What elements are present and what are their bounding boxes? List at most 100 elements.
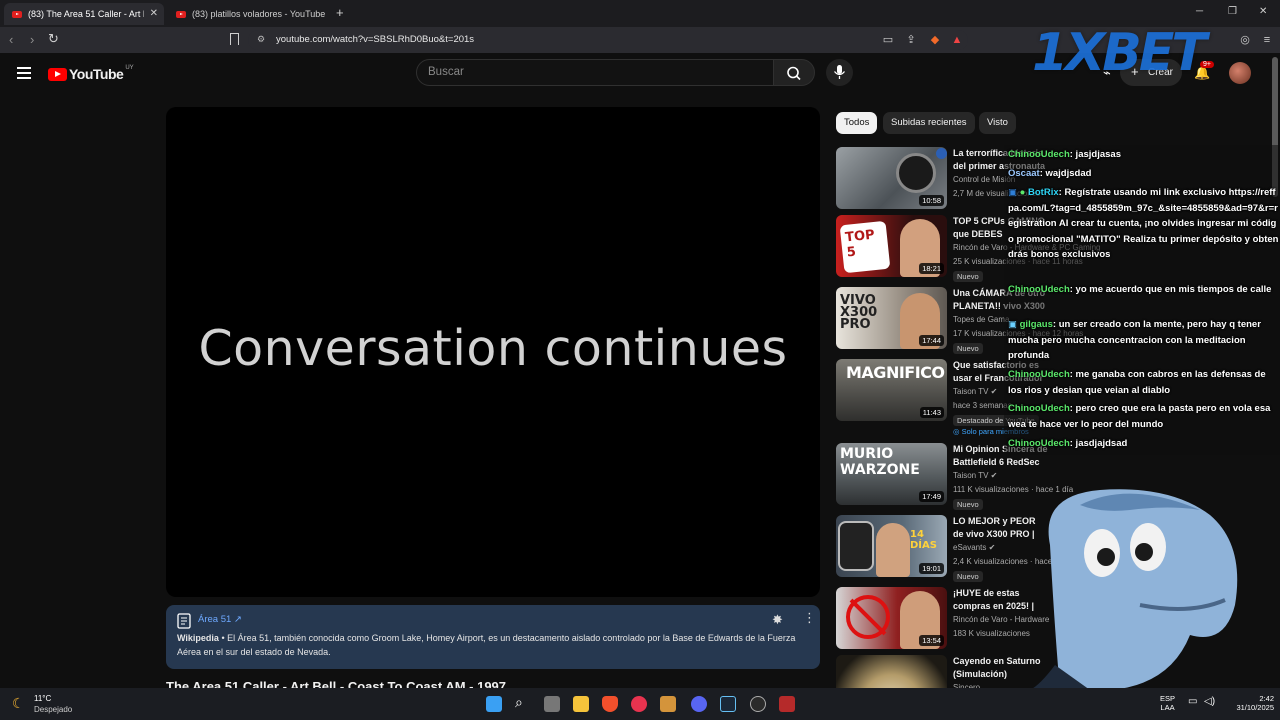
media-player-icon[interactable]	[631, 696, 647, 712]
chat-username: ChinooUdech	[1008, 438, 1070, 449]
file-explorer-icon[interactable]	[573, 696, 589, 712]
logo-wordmark: YouTube	[69, 66, 124, 82]
search-button[interactable]	[773, 59, 815, 86]
weather-temp[interactable]: 11°C	[34, 694, 51, 703]
language-indicator[interactable]: ESP LAA	[1160, 694, 1175, 712]
country-code: UY	[125, 65, 134, 71]
brave-shields-icon[interactable]: ◆	[928, 33, 942, 47]
weather-desc[interactable]: Despejado	[34, 705, 72, 714]
video-thumbnail[interactable]: TOP 5 18:21	[836, 215, 947, 277]
video-thumbnail[interactable]: MAGNIFICO 11:43	[836, 359, 947, 421]
back-icon[interactable]: ‹	[9, 32, 13, 47]
restore-icon[interactable]: ❐	[1228, 6, 1237, 17]
close-window-icon[interactable]: ✕	[1259, 6, 1267, 17]
voice-search-button[interactable]	[826, 59, 853, 86]
chat-message: ▣ ● BotRix: Regístrate usando mi link ex…	[1008, 185, 1280, 263]
video-thumbnail[interactable]: VIVO X300 PRO 17:44	[836, 287, 947, 349]
app-icon[interactable]	[779, 696, 795, 712]
steam-icon[interactable]	[720, 696, 736, 712]
region: LAA	[1160, 703, 1175, 712]
tab-title: (83) platillos voladores - YouTube	[192, 9, 326, 19]
chip-todos[interactable]: Todos	[836, 112, 878, 134]
video-thumbnail[interactable]: MURIO WARZONE 17:49	[836, 443, 947, 505]
streamer-mascot-overlay	[1030, 489, 1238, 690]
info-text: • El Área 51, también conocida como Groo…	[177, 633, 796, 657]
date: 31/10/2025	[1236, 703, 1274, 712]
video-duration: 10:58	[919, 195, 944, 206]
document-icon	[177, 613, 191, 629]
chat-message: ChinooUdech: yo me acuerdo que en mis ti…	[1008, 282, 1280, 298]
volume-icon[interactable]: ◁)	[1204, 696, 1215, 707]
channel-name[interactable]: Topes de Gama	[953, 315, 1009, 324]
chat-message: ChinooUdech: pero creo que era la pasta …	[1008, 401, 1280, 432]
channel-text: Taison TV	[953, 387, 989, 396]
browser-tab-active[interactable]: (83) The Area 51 Caller - Art Bell ✕	[4, 3, 164, 25]
forward-icon[interactable]: ›	[30, 32, 34, 47]
info-panel: Área 51 ↗ ✸ ⋮ Wikipedia • El Área 51, ta…	[166, 605, 820, 669]
more-options-icon[interactable]: ⋮	[803, 610, 816, 626]
chip-subidas-recientes[interactable]: Subidas recientes	[883, 112, 975, 134]
weather-moon-icon[interactable]: ☾	[12, 695, 25, 712]
task-view-icon[interactable]	[544, 696, 560, 712]
site-info-icon[interactable]: ⚙	[257, 34, 265, 45]
channel-name[interactable]: Taison TV ✔	[953, 387, 997, 396]
search-icon[interactable]: ⌕	[515, 694, 523, 711]
channel-name[interactable]: eSavants ✔	[953, 543, 995, 552]
minimize-icon[interactable]: ─	[1196, 6, 1203, 17]
app-icon[interactable]	[660, 696, 676, 712]
clock[interactable]: 2:42 31/10/2025	[1226, 694, 1274, 712]
chat-username: Oscaat	[1008, 168, 1040, 179]
channel-text: eSavants	[953, 543, 987, 552]
new-badge: Nuevo	[953, 343, 983, 354]
browser-menu-icon[interactable]: ≡	[1260, 33, 1274, 47]
wallet-icon[interactable]: ◎	[1238, 33, 1252, 47]
browser-tab[interactable]: (83) platillos voladores - YouTube	[168, 3, 328, 25]
url-text: youtube.com/watch?v=SBSLRhD0Buo&t=201s	[276, 34, 475, 45]
tab-close-icon[interactable]: ✕	[150, 8, 158, 19]
video-thumbnail[interactable]: 14 DÍAS 19:01	[836, 515, 947, 577]
channel-text: Taison TV	[953, 471, 989, 480]
new-badge: Nuevo	[953, 271, 983, 282]
hamburger-menu-icon[interactable]	[17, 67, 31, 79]
info-description: Wikipedia • El Área 51, también conocida…	[177, 632, 811, 659]
info-link-text: Área 51	[198, 614, 232, 625]
chat-username: ChinooUdech	[1008, 403, 1070, 414]
video-thumbnail[interactable]: 10:58	[836, 147, 947, 209]
search-input[interactable]: Buscar	[416, 59, 774, 86]
network-icon[interactable]: ▭	[1188, 696, 1197, 707]
app-icon[interactable]	[750, 696, 766, 712]
chat-username: ChinooUdech	[1008, 369, 1070, 380]
chat-username: ChinooUdech	[1008, 284, 1070, 295]
discord-icon[interactable]	[691, 696, 707, 712]
video-duration: 17:49	[919, 491, 944, 502]
chip-visto[interactable]: Visto	[979, 112, 1016, 134]
language: ESP	[1160, 694, 1176, 703]
share-icon[interactable]: ⇪	[904, 33, 918, 47]
verified-icon: ✔	[990, 387, 998, 396]
info-topic-link[interactable]: Área 51 ↗	[198, 614, 242, 625]
reload-icon[interactable]: ↻	[48, 31, 59, 47]
video-player[interactable]: Conversation continues	[166, 107, 820, 597]
chat-message: ChinooUdech: me ganaba con cabros en las…	[1008, 367, 1280, 398]
feedback-icon[interactable]: ✸	[772, 612, 783, 628]
channel-name[interactable]: Taison TV ✔	[953, 471, 997, 480]
1xbet-logo: 1XBET	[1032, 23, 1207, 83]
bookmark-icon[interactable]	[230, 33, 239, 45]
brave-browser-icon[interactable]	[602, 696, 618, 712]
verified-badge-icon: ●	[1019, 187, 1026, 198]
brave-rewards-icon[interactable]: ▲	[950, 33, 964, 47]
cast-icon[interactable]: ▭	[881, 33, 895, 47]
chat-text: : Regístrate usando mi link exclusivo ht…	[1008, 187, 1279, 261]
chat-username: BotRix	[1028, 187, 1059, 198]
chat-username: gilgaus	[1019, 319, 1053, 330]
new-tab-icon[interactable]: +	[336, 5, 344, 20]
chat-text: : jasdjajdsad	[1069, 438, 1128, 449]
youtube-logo[interactable]: YouTube UY	[48, 65, 134, 82]
start-icon[interactable]	[486, 696, 502, 712]
youtube-favicon-icon	[176, 10, 186, 18]
avatar[interactable]	[1229, 62, 1251, 84]
microphone-icon	[834, 65, 845, 79]
address-bar[interactable]: ⚙ youtube.com/watch?v=SBSLRhD0Buo&t=201s	[248, 30, 968, 50]
video-thumbnail[interactable]: 13:54	[836, 587, 947, 649]
youtube-play-logo-icon	[48, 67, 67, 81]
